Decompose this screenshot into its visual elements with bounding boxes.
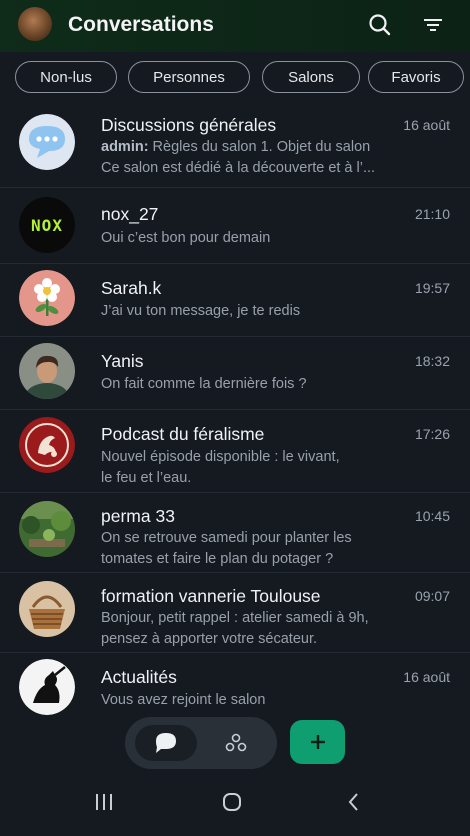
chip-salons[interactable]: Salons — [262, 61, 360, 93]
filter-chips: Non-lus Personnes Salons Favoris — [0, 59, 470, 97]
avatar — [19, 270, 75, 326]
avatar — [19, 581, 75, 637]
system-navigation-bar — [0, 776, 470, 836]
podcast-logo-icon — [19, 417, 75, 473]
conversation-time: 16 août — [403, 669, 450, 685]
chip-favoris[interactable]: Favoris — [368, 61, 464, 93]
sender-name: admin: — [101, 139, 149, 155]
recent-apps-icon[interactable] — [93, 792, 115, 812]
conversation-time: 10:45 — [414, 508, 450, 524]
conversation-name: Discussions générales — [101, 115, 277, 135]
conversation-preview: On se retrouve samedi pour planter les — [101, 530, 352, 546]
conversation-name: nox_27 — [101, 204, 159, 224]
conversation-time: 21:10 — [414, 206, 450, 222]
conversation-name: Sarah.k — [101, 278, 162, 298]
conversation-preview: J’ai vu ton message, je te redis — [101, 303, 301, 319]
conversation-name: perma 33 — [101, 506, 175, 526]
conversation-item[interactable]: Actualités 16 août Vous avez rejoint le … — [0, 653, 470, 715]
preview-line: Règles du salon 1. Objet du salon — [148, 139, 371, 155]
avatar-text: NOX — [31, 215, 63, 235]
conversation-time: 19:57 — [414, 280, 450, 296]
conversation-item[interactable]: perma 33 10:45 On se retrouve samedi pou… — [0, 493, 470, 573]
conversation-item[interactable]: Discussions générales 16 août admin: Règ… — [0, 106, 470, 188]
conversation-preview: Vous avez rejoint le salon — [101, 692, 266, 708]
conversation-preview-line2: le feu et l’eau. — [101, 470, 192, 486]
avatar — [19, 501, 75, 557]
plus-icon — [310, 735, 325, 749]
conversation-preview: admin: Règles du salon 1. Objet du salon — [101, 137, 411, 158]
avatar — [19, 343, 75, 399]
conversation-preview-line2: Ce salon est dédié à la découverte et à … — [101, 160, 376, 176]
new-conversation-button[interactable] — [290, 720, 345, 764]
conversation-item[interactable]: formation vannerie Toulouse 09:07 Bonjou… — [0, 573, 470, 653]
conversation-name: Actualités — [101, 667, 177, 687]
conversation-name: formation vannerie Toulouse — [101, 586, 321, 606]
chat-bubble-icon — [156, 733, 176, 753]
news-logo-icon — [19, 659, 75, 715]
search-icon[interactable] — [367, 12, 393, 38]
conversation-preview: Oui c’est bon pour demain — [101, 230, 271, 246]
conversation-name: Yanis — [101, 351, 144, 371]
conversation-time: 17:26 — [414, 426, 450, 442]
conversation-time: 09:07 — [414, 588, 450, 604]
page-title: Conversations — [68, 13, 214, 36]
avatar — [19, 417, 75, 473]
conversation-preview: On fait comme la dernière fois ? — [101, 376, 307, 392]
user-avatar[interactable] — [18, 7, 52, 41]
person-photo-icon — [19, 343, 75, 399]
flower-icon — [19, 270, 75, 326]
conversation-time: 18:32 — [414, 353, 450, 369]
conversation-name: Podcast du féralisme — [101, 424, 265, 444]
people-icon[interactable] — [221, 731, 251, 755]
back-icon[interactable] — [343, 791, 365, 813]
conversation-time: 16 août — [403, 117, 450, 133]
tab-chats[interactable] — [135, 725, 197, 761]
conversation-preview-line2: pensez à apporter votre sécateur. — [101, 631, 318, 647]
avatar — [19, 659, 75, 715]
filter-icon[interactable] — [420, 12, 446, 38]
conversation-preview: Nouvel épisode disponible : le vivant, — [101, 449, 340, 465]
conversation-preview-line2: tomates et faire le plan du potager ? — [101, 551, 334, 567]
chip-personnes[interactable]: Personnes — [128, 61, 250, 93]
chat-bubble-icon — [19, 114, 75, 170]
basket-photo-icon — [19, 581, 75, 637]
chip-non-lus[interactable]: Non-lus — [15, 61, 117, 93]
avatar: NOX — [19, 197, 75, 253]
garden-photo-icon — [19, 501, 75, 557]
bottom-tab-switcher — [125, 717, 277, 769]
home-icon[interactable] — [221, 791, 243, 813]
conversation-item[interactable]: Yanis 18:32 On fait comme la dernière fo… — [0, 337, 470, 410]
conversation-item[interactable]: Sarah.k 19:57 J’ai vu ton message, je te… — [0, 264, 470, 337]
conversation-preview: Bonjour, petit rappel : atelier samedi à… — [101, 610, 369, 626]
conversation-item[interactable]: Podcast du féralisme 17:26 Nouvel épisod… — [0, 410, 470, 493]
conversation-item[interactable]: NOX nox_27 21:10 Oui c’est bon pour dema… — [0, 188, 470, 264]
app-header: Conversations — [0, 0, 470, 52]
avatar — [19, 114, 75, 170]
